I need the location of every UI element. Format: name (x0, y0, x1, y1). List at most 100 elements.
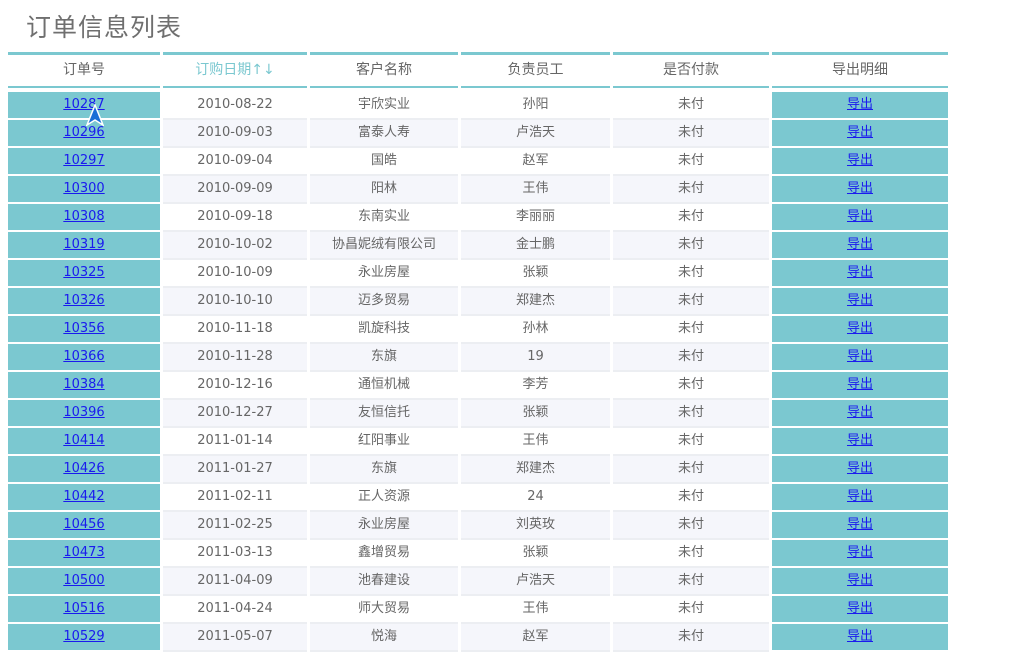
order-date-cell: 2010-08-22 (163, 92, 307, 120)
order-id-link[interactable]: 10442 (63, 489, 104, 504)
customer-name-cell: 悦海 (310, 624, 458, 652)
order-date-cell: 2011-04-09 (163, 568, 307, 596)
export-cell: 导出 (772, 260, 948, 288)
customer-name-cell: 红阳事业 (310, 428, 458, 456)
order-id-link-cell: 10414 (8, 428, 160, 456)
employee-name-cell: 赵军 (461, 624, 610, 652)
order-id-link[interactable]: 10500 (63, 573, 104, 588)
order-id-link[interactable]: 10297 (63, 153, 104, 168)
table-row: 10414 2011-01-14 红阳事业 王伟 未付 导出 (8, 428, 948, 456)
order-id-link-cell: 10529 (8, 624, 160, 652)
order-id-link-cell: 10287 (8, 92, 160, 120)
export-link[interactable]: 导出 (847, 489, 873, 504)
order-id-link[interactable]: 10529 (63, 629, 104, 644)
header-paid: 是否付款 (613, 52, 769, 88)
export-cell: 导出 (772, 204, 948, 232)
export-cell: 导出 (772, 148, 948, 176)
customer-name-cell: 通恒机械 (310, 372, 458, 400)
table-row: 10319 2010-10-02 协昌妮绒有限公司 金士鹏 未付 导出 (8, 232, 948, 260)
paid-status-cell: 未付 (613, 484, 769, 512)
order-id-link-cell: 10473 (8, 540, 160, 568)
export-link[interactable]: 导出 (847, 321, 873, 336)
table-row: 10442 2011-02-11 正人资源 24 未付 导出 (8, 484, 948, 512)
table-row: 10325 2010-10-09 永业房屋 张颖 未付 导出 (8, 260, 948, 288)
page-title: 订单信息列表 (26, 13, 183, 42)
export-link[interactable]: 导出 (847, 377, 873, 392)
export-link[interactable]: 导出 (847, 293, 873, 308)
export-link[interactable]: 导出 (847, 545, 873, 560)
export-link[interactable]: 导出 (847, 517, 873, 532)
order-id-link[interactable]: 10516 (63, 601, 104, 616)
export-link[interactable]: 导出 (847, 461, 873, 476)
order-date-cell: 2011-04-24 (163, 596, 307, 624)
customer-name-cell: 友恒信托 (310, 400, 458, 428)
export-link[interactable]: 导出 (847, 349, 873, 364)
table-row: 10356 2010-11-18 凯旋科技 孙林 未付 导出 (8, 316, 948, 344)
export-cell: 导出 (772, 120, 948, 148)
order-date-cell: 2011-05-07 (163, 624, 307, 652)
export-link[interactable]: 导出 (847, 237, 873, 252)
export-cell: 导出 (772, 316, 948, 344)
export-cell: 导出 (772, 624, 948, 652)
export-cell: 导出 (772, 428, 948, 456)
export-link[interactable]: 导出 (847, 97, 873, 112)
order-id-link[interactable]: 10384 (63, 377, 104, 392)
table-row: 10516 2011-04-24 师大贸易 王伟 未付 导出 (8, 596, 948, 624)
export-cell: 导出 (772, 540, 948, 568)
order-id-link[interactable]: 10366 (63, 349, 104, 364)
order-id-link[interactable]: 10319 (63, 237, 104, 252)
header-employee: 负责员工 (461, 52, 610, 88)
customer-name-cell: 凯旋科技 (310, 316, 458, 344)
header-order-date-sortable[interactable]: 订购日期↑↓ (163, 52, 307, 88)
order-id-link-cell: 10326 (8, 288, 160, 316)
export-link[interactable]: 导出 (847, 153, 873, 168)
order-id-link[interactable]: 10300 (63, 181, 104, 196)
customer-name-cell: 东南实业 (310, 204, 458, 232)
table-row: 10456 2011-02-25 永业房屋 刘英玫 未付 导出 (8, 512, 948, 540)
export-cell: 导出 (772, 400, 948, 428)
paid-status-cell: 未付 (613, 400, 769, 428)
export-cell: 导出 (772, 568, 948, 596)
order-id-link[interactable]: 10414 (63, 433, 104, 448)
paid-status-cell: 未付 (613, 456, 769, 484)
export-link[interactable]: 导出 (847, 265, 873, 280)
order-id-link-cell: 10296 (8, 120, 160, 148)
order-date-cell: 2011-01-27 (163, 456, 307, 484)
export-link[interactable]: 导出 (847, 181, 873, 196)
paid-status-cell: 未付 (613, 232, 769, 260)
employee-name-cell: 刘英玫 (461, 512, 610, 540)
order-id-link[interactable]: 10325 (63, 265, 104, 280)
order-id-link[interactable]: 10326 (63, 293, 104, 308)
order-date-cell: 2010-10-02 (163, 232, 307, 260)
order-id-link[interactable]: 10473 (63, 545, 104, 560)
table-row: 10297 2010-09-04 国皓 赵军 未付 导出 (8, 148, 948, 176)
order-id-link[interactable]: 10296 (63, 125, 104, 140)
employee-name-cell: 卢浩天 (461, 568, 610, 596)
order-id-link-cell: 10297 (8, 148, 160, 176)
orders-table: 订单号 订购日期↑↓ 客户名称 负责员工 是否付款 导出明细 10287 2010… (8, 52, 948, 652)
order-id-link-cell: 10456 (8, 512, 160, 540)
export-link[interactable]: 导出 (847, 601, 873, 616)
employee-name-cell: 赵军 (461, 148, 610, 176)
paid-status-cell: 未付 (613, 316, 769, 344)
paid-status-cell: 未付 (613, 176, 769, 204)
table-row: 10308 2010-09-18 东南实业 李丽丽 未付 导出 (8, 204, 948, 232)
order-date-cell: 2010-09-18 (163, 204, 307, 232)
order-id-link-cell: 10426 (8, 456, 160, 484)
employee-name-cell: 王伟 (461, 428, 610, 456)
order-date-cell: 2010-09-03 (163, 120, 307, 148)
order-id-link[interactable]: 10356 (63, 321, 104, 336)
export-link[interactable]: 导出 (847, 573, 873, 588)
export-link[interactable]: 导出 (847, 209, 873, 224)
export-link[interactable]: 导出 (847, 629, 873, 644)
order-date-cell: 2011-01-14 (163, 428, 307, 456)
order-date-cell: 2010-10-09 (163, 260, 307, 288)
employee-name-cell: 王伟 (461, 596, 610, 624)
order-id-link[interactable]: 10308 (63, 209, 104, 224)
export-link[interactable]: 导出 (847, 125, 873, 140)
order-id-link[interactable]: 10396 (63, 405, 104, 420)
order-id-link[interactable]: 10456 (63, 517, 104, 532)
order-id-link[interactable]: 10426 (63, 461, 104, 476)
export-link[interactable]: 导出 (847, 405, 873, 420)
export-link[interactable]: 导出 (847, 433, 873, 448)
